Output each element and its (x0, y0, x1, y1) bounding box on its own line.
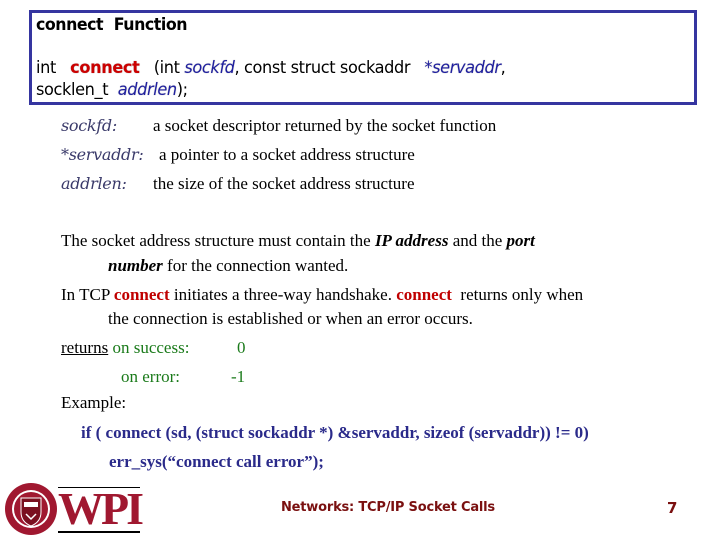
definition-row: *servaddr: a pointer to a socket address… (61, 145, 415, 165)
paragraph-tcp-line-1: In TCP connect initiates a three-way han… (61, 285, 583, 305)
text: initiates a three-way handshake. (169, 285, 397, 304)
page-number: 7 (667, 499, 678, 517)
wpi-seal-icon (4, 482, 58, 541)
definition-term: addrlen: (61, 174, 127, 193)
definition-desc: a pointer to a socket address structure (159, 145, 415, 164)
success-label: on success: (112, 338, 190, 357)
sig-param-addrlen: addrlen (117, 80, 177, 100)
paragraph-address-line-2: number for the connection wanted. (108, 256, 348, 276)
success-value: 0 (237, 338, 246, 357)
returns-label: returns (61, 338, 109, 357)
logo-divider-bottom (58, 531, 140, 533)
wpi-logo-text: WPI (58, 483, 144, 534)
definition-row: addrlen: the size of the socket address … (61, 174, 415, 194)
sig-function-name: connect (70, 58, 140, 78)
signature-line-1: int connect (int sockfd, const struct so… (36, 58, 506, 78)
sig-close: ); (176, 80, 188, 100)
text: the connection is established or when an… (108, 309, 473, 328)
sig-param-servaddr: *servaddr (424, 58, 501, 78)
paragraph-address-line-1: The socket address structure must contai… (61, 231, 535, 251)
text: for the connection wanted. (162, 256, 349, 275)
example-code-line-2: err_sys(“connect call error”); (109, 452, 324, 471)
definition-row: sockfd: a socket descriptor returned by … (61, 116, 496, 136)
text: In TCP (61, 285, 114, 304)
definition-term: sockfd: (61, 116, 117, 135)
text: The socket address structure must contai… (61, 231, 375, 250)
signature-line-2: socklen_t addrlen); (36, 80, 188, 100)
definition-term: *servaddr: (61, 145, 144, 164)
example-label: Example: (61, 393, 127, 412)
error-value: -1 (231, 367, 246, 386)
function-signature-box: connect Function int connect (int sockfd… (29, 10, 697, 105)
definition-desc: a socket descriptor returned by the sock… (153, 116, 497, 135)
number-emphasis: number (108, 256, 163, 275)
ip-address-emphasis: IP address (374, 231, 449, 250)
connect-keyword: connect (113, 285, 170, 304)
paragraph-tcp-line-2: the connection is established or when an… (108, 309, 473, 329)
sig-param-sockfd: sockfd (184, 58, 235, 78)
connect-keyword: connect (396, 285, 452, 304)
example-code-line-1: if ( connect (sd, (struct sockaddr *) &s… (81, 423, 589, 442)
box-title: connect Function (36, 15, 188, 35)
port-emphasis: port (506, 231, 535, 250)
sig-socklen-type: socklen_t (36, 80, 109, 100)
definition-desc: the size of the socket address structure (153, 174, 415, 193)
returns-success-row: returns on success: (61, 338, 189, 358)
text: returns only when (451, 285, 584, 304)
footer-title: Networks: TCP/IP Socket Calls (281, 500, 495, 515)
sig-comma: , (500, 58, 506, 78)
sig-return-type: int (36, 58, 56, 78)
text: and the (448, 231, 507, 250)
sig-mid: , const struct sockaddr (234, 58, 411, 78)
error-label: on error: (121, 367, 181, 386)
sig-open: (int (153, 58, 180, 78)
